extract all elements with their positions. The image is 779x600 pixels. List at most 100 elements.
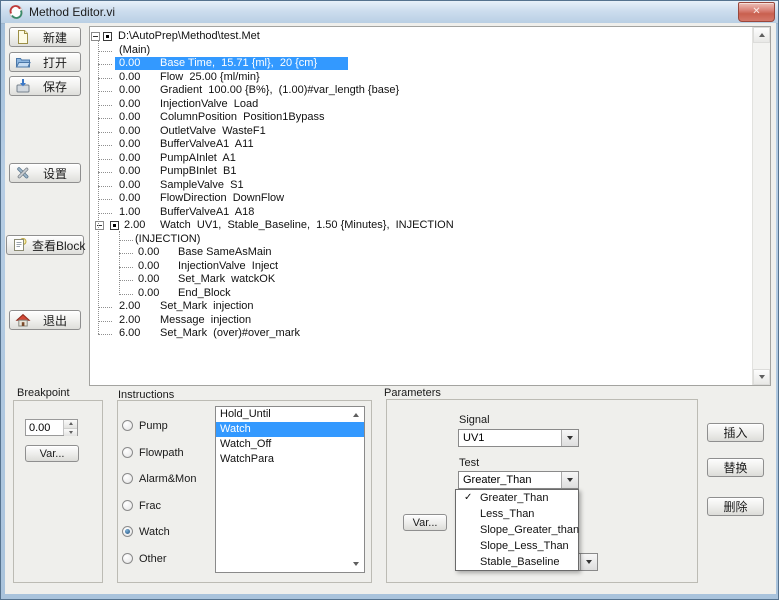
tree-row[interactable]: 0.00End_Block bbox=[90, 287, 752, 301]
radio-flowpath[interactable]: Flowpath bbox=[122, 446, 184, 459]
tree-row[interactable]: (Main) bbox=[90, 44, 752, 58]
menu-item[interactable]: Slope_Less_Than bbox=[456, 538, 578, 554]
sidebar-button-5[interactable]: 退出 bbox=[9, 310, 81, 330]
radio-other[interactable]: Other bbox=[122, 552, 167, 565]
test-dropdown-menu: ✓Greater_Than Less_Than Slope_Greater_than… bbox=[455, 489, 579, 571]
test-combo-arrow-button[interactable] bbox=[561, 472, 578, 488]
test-combo[interactable]: Greater_Than bbox=[458, 471, 579, 489]
tree-root-row[interactable]: D:\AutoPrep\Method\test.Met bbox=[90, 30, 752, 44]
signal-combo-arrow-button[interactable] bbox=[561, 430, 578, 446]
tree-scrollbar[interactable] bbox=[752, 27, 770, 385]
scroll-up-button[interactable] bbox=[753, 27, 770, 43]
sidebar-button-2[interactable]: 保存 bbox=[9, 76, 81, 96]
signal-combo[interactable]: UV1 bbox=[458, 429, 579, 447]
menu-item[interactable]: Stable_Baseline bbox=[456, 554, 578, 570]
tree-row-text: Gradient 100.00 {B%}, (1.00)#var_length … bbox=[160, 84, 399, 97]
tree-row[interactable]: (INJECTION) bbox=[90, 233, 752, 247]
tree-connector-stub bbox=[98, 118, 112, 119]
check-icon: ✓ bbox=[464, 490, 472, 506]
app-icon bbox=[8, 4, 24, 20]
method-editor-window: Method Editor.vi ✕ 新建打开保存设置查看Block退出 D:\… bbox=[0, 0, 779, 600]
tree-row-time: 0.00 bbox=[119, 111, 140, 124]
tree-connector-stub bbox=[98, 51, 112, 52]
close-button[interactable]: ✕ bbox=[738, 2, 775, 22]
radio-circle-icon bbox=[122, 473, 133, 484]
breakpoint-var-button[interactable]: Var... bbox=[25, 445, 79, 462]
tree-connector-stub bbox=[98, 334, 112, 335]
delete-button[interactable]: 删除 bbox=[707, 497, 764, 516]
menu-item-label: Less_Than bbox=[480, 508, 534, 520]
tree-row-time: 2.00 bbox=[119, 300, 140, 313]
spin-down-button[interactable] bbox=[64, 428, 77, 437]
radio-label: Flowpath bbox=[139, 447, 184, 459]
tree-row-time: 0.00 bbox=[138, 287, 159, 300]
tree-row[interactable]: 0.00OutletValve WasteF1 bbox=[90, 125, 752, 139]
signal-value: UV1 bbox=[463, 432, 484, 444]
tree-connector-stub bbox=[98, 132, 112, 133]
insert-button-label: 插入 bbox=[723, 424, 747, 441]
breakpoint-input[interactable] bbox=[26, 420, 65, 435]
tree-connector-stub bbox=[98, 78, 112, 79]
list-scroll-up-button[interactable] bbox=[350, 409, 362, 421]
tree-row-text: Base Time, 15.71 {ml}, 20 {cm} bbox=[160, 57, 317, 70]
sidebar-button-4[interactable]: 查看Block bbox=[6, 235, 84, 255]
tree-row[interactable]: 0.00ColumnPosition Position1Bypass bbox=[90, 111, 752, 125]
method-tree[interactable]: D:\AutoPrep\Method\test.Met(Main)0.00Bas… bbox=[89, 26, 771, 386]
list-scroll-down-button[interactable] bbox=[350, 558, 362, 570]
close-icon: ✕ bbox=[752, 6, 760, 17]
tree-row[interactable]: 1.00BufferValveA1 A18 bbox=[90, 206, 752, 220]
tree-row[interactable]: 2.00Message injection bbox=[90, 314, 752, 328]
breakpoint-spinner[interactable] bbox=[25, 419, 78, 436]
radio-pump[interactable]: Pump bbox=[122, 419, 168, 432]
tree-row-text: InjectionValve Inject bbox=[178, 260, 278, 273]
sidebar-button-0[interactable]: 新建 bbox=[9, 27, 81, 47]
expand-toggle-icon[interactable] bbox=[95, 221, 104, 230]
scroll-down-button[interactable] bbox=[753, 369, 770, 385]
tree-row-time: 2.00 bbox=[124, 219, 145, 232]
menu-item-label: Slope_Greater_than bbox=[480, 524, 579, 536]
list-item[interactable]: Watch bbox=[216, 422, 364, 437]
tree-row[interactable]: 0.00Gradient 100.00 {B%}, (1.00)#var_len… bbox=[90, 84, 752, 98]
radio-frac[interactable]: Frac bbox=[122, 499, 161, 512]
replace-button[interactable]: 替换 bbox=[707, 458, 764, 477]
tree-row[interactable]: 0.00FlowDirection DownFlow bbox=[90, 192, 752, 206]
tree-row[interactable]: 0.00Flow 25.00 {ml/min} bbox=[90, 71, 752, 85]
parameters-var-button[interactable]: Var... bbox=[403, 514, 447, 531]
tree-row-time: 0.00 bbox=[119, 152, 140, 165]
delete-button-label: 删除 bbox=[723, 498, 747, 515]
value-combo-arrow-button[interactable] bbox=[580, 554, 597, 570]
list-item[interactable]: Watch_Off bbox=[216, 437, 364, 452]
tree-row-text: Set_Mark (over)#over_mark bbox=[160, 327, 300, 340]
tree-row[interactable]: 0.00InjectionValve Load bbox=[90, 98, 752, 112]
tree-row[interactable]: 0.00Base SameAsMain bbox=[90, 246, 752, 260]
tree-row[interactable]: 0.00Base Time, 15.71 {ml}, 20 {cm} bbox=[90, 57, 752, 71]
insert-button[interactable]: 插入 bbox=[707, 423, 764, 442]
tree-row[interactable]: 0.00PumpAInlet A1 bbox=[90, 152, 752, 166]
sidebar-button-label: 打开 bbox=[43, 54, 67, 71]
menu-item[interactable]: ✓Greater_Than bbox=[456, 490, 578, 506]
tree-row-time: 0.00 bbox=[119, 165, 140, 178]
list-item[interactable]: Hold_Until bbox=[216, 407, 364, 422]
tree-row-text: Message injection bbox=[160, 314, 251, 327]
tree-row[interactable]: 0.00SampleValve S1 bbox=[90, 179, 752, 193]
tree-row[interactable]: 0.00Set_Mark watckOK bbox=[90, 273, 752, 287]
tree-row[interactable]: 0.00BufferValveA1 A11 bbox=[90, 138, 752, 152]
tree-connector-stub bbox=[98, 159, 112, 160]
spin-up-button[interactable] bbox=[64, 420, 77, 428]
sidebar-button-3[interactable]: 设置 bbox=[9, 163, 81, 183]
tree-row[interactable]: 6.00Set_Mark (over)#over_mark bbox=[90, 327, 752, 341]
list-item[interactable]: WatchPara bbox=[216, 452, 364, 467]
tree-row-text: Watch UV1, Stable_Baseline, 1.50 {Minute… bbox=[160, 219, 454, 232]
tree-row[interactable]: 0.00InjectionValve Inject bbox=[90, 260, 752, 274]
tree-row[interactable]: 2.00Set_Mark injection bbox=[90, 300, 752, 314]
menu-item[interactable]: Less_Than bbox=[456, 506, 578, 522]
radio-watch[interactable]: Watch bbox=[122, 525, 170, 538]
menu-item[interactable]: Slope_Greater_than bbox=[456, 522, 578, 538]
radio-alarmmon[interactable]: Alarm&Mon bbox=[122, 472, 196, 485]
instruction-list[interactable]: Hold_UntilWatchWatch_OffWatchPara bbox=[215, 406, 365, 573]
tree-row[interactable]: 0.00PumpBInlet B1 bbox=[90, 165, 752, 179]
tree-row-time: 0.00 bbox=[119, 138, 140, 151]
tree-row[interactable]: 2.00 Watch UV1, Stable_Baseline, 1.50 {Mi… bbox=[90, 219, 752, 233]
sidebar-button-1[interactable]: 打开 bbox=[9, 52, 81, 72]
radio-circle-icon bbox=[122, 447, 133, 458]
